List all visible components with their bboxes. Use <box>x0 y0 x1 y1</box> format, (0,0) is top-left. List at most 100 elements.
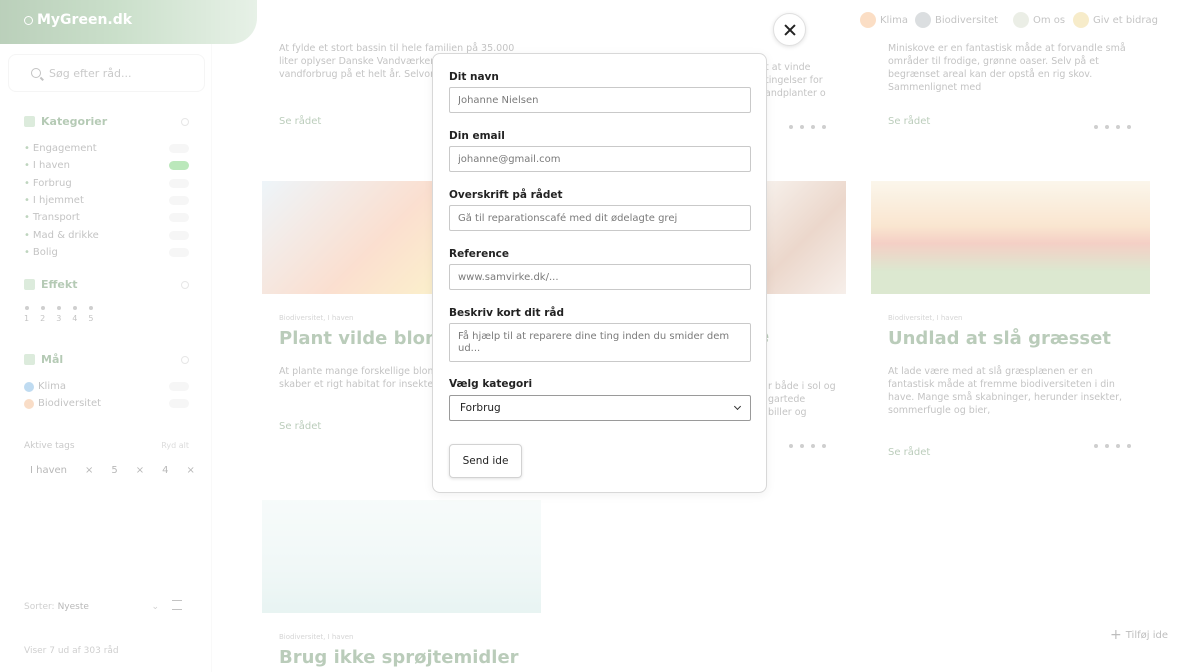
category-toggle[interactable] <box>169 196 189 205</box>
results-count: Viser 7 ud af 303 råd <box>24 646 119 656</box>
description-textarea[interactable] <box>449 323 751 362</box>
headline-input[interactable] <box>449 205 751 231</box>
tag-chip[interactable]: 5 <box>105 462 123 479</box>
active-tags: I haven × 5 × 4 × <box>24 462 201 479</box>
card-image <box>262 500 541 613</box>
category-toggle[interactable] <box>169 248 189 257</box>
advice-card[interactable]: Miniskove er en fantastisk måde at forva… <box>871 30 1150 129</box>
sort-select[interactable]: Sorter: Nyeste ⌄ <box>24 596 159 618</box>
description-label: Beskriv kort dit råd <box>449 307 564 319</box>
effect-dots <box>789 444 826 448</box>
tag-remove-icon[interactable]: × <box>130 462 150 479</box>
category-label: Transport <box>32 212 80 223</box>
close-modal-button[interactable] <box>773 13 806 46</box>
headline-label: Overskrift på rådet <box>449 189 563 201</box>
category-toggle[interactable] <box>169 231 189 240</box>
tag-remove-icon[interactable]: × <box>79 462 99 479</box>
email-input[interactable] <box>449 146 751 172</box>
name-label: Dit navn <box>449 71 499 83</box>
category-toggle[interactable] <box>169 179 189 188</box>
search-icon <box>31 68 41 78</box>
category-toggle[interactable] <box>169 144 189 153</box>
category-label: Vælg kategori <box>449 378 533 390</box>
partial-description: r både i sol og gartede biller og <box>768 381 836 418</box>
advice-card[interactable]: Biodiversitet, I haven Brug ikke sprøjte… <box>262 500 541 668</box>
chevron-down-icon: ⌄ <box>151 602 159 612</box>
nav-biodiversitet[interactable]: Biodiversitet <box>915 12 998 28</box>
info-icon <box>181 117 189 126</box>
card-link[interactable]: Se rådet <box>888 447 1150 458</box>
category-mad-drikke[interactable]: • Mad & drikke <box>24 230 189 241</box>
card-tags: Biodiversitet, I haven <box>888 314 963 322</box>
effect-levels: 1 2 3 4 5 <box>24 306 93 323</box>
tag-chip[interactable]: 4 <box>156 462 174 479</box>
submit-idea-modal: Dit navn Din email Overskrift på rådet R… <box>432 53 767 493</box>
partial-description: t at vinde tingelser for andplanter o <box>765 62 826 99</box>
card-image <box>767 181 846 294</box>
category-label: Bolig <box>32 247 58 258</box>
bee-icon <box>915 12 931 28</box>
category-toggle[interactable] <box>169 161 189 170</box>
effect-header[interactable]: Effekt <box>24 278 189 291</box>
active-tags-header: Aktive tags Ryd alt <box>24 441 189 451</box>
advice-card[interactable]: Biodiversitet, I haven Undlad at slå græ… <box>871 181 1150 458</box>
logo[interactable]: MyGreen.dk <box>24 12 132 28</box>
category-select-value: Forbrug <box>460 402 501 414</box>
category-toggle[interactable] <box>169 213 189 222</box>
effect-level[interactable]: 3 <box>56 306 61 323</box>
category-forbrug[interactable]: • Forbrug <box>24 178 189 189</box>
category-transport[interactable]: • Transport <box>24 212 189 223</box>
reference-input[interactable] <box>449 264 751 290</box>
card-link[interactable]: Se rådet <box>888 116 930 127</box>
tag-remove-icon[interactable]: × <box>181 462 201 479</box>
card-description: At lade være med at slå græsplænen er en… <box>888 366 1123 416</box>
card-title: Brug ikke sprøjtemidler <box>279 647 519 668</box>
effect-icon <box>24 279 35 290</box>
nav-klima[interactable]: Klima <box>860 12 908 28</box>
categories-header[interactable]: Kategorier <box>24 115 189 128</box>
category-select[interactable]: Forbrug <box>449 395 751 421</box>
filter-icon[interactable] <box>172 600 182 610</box>
category-i-haven[interactable]: • I haven <box>24 160 189 171</box>
goal-biodiversitet[interactable]: Biodiversitet <box>24 398 189 409</box>
category-label: I hjemmet <box>32 195 84 206</box>
tag-chip[interactable]: I haven <box>24 462 73 479</box>
effect-dots <box>1094 125 1131 129</box>
category-bolig[interactable]: • Bolig <box>24 247 189 258</box>
flower-icon <box>24 398 34 409</box>
effect-dots <box>1094 444 1131 448</box>
plus-icon: + <box>1110 627 1122 643</box>
category-i-hjemmet[interactable]: • I hjemmet <box>24 195 189 206</box>
card-description: Miniskove er en fantastisk måde at forva… <box>888 43 1126 93</box>
search-input[interactable]: Søg efter råd... <box>8 54 205 92</box>
leaf-icon <box>24 15 33 25</box>
add-idea-button[interactable]: + Tilføj ide <box>1110 627 1168 643</box>
clear-all-link[interactable]: Ryd alt <box>161 441 189 451</box>
name-input[interactable] <box>449 87 751 113</box>
effect-level[interactable]: 1 <box>24 306 29 323</box>
info-icon <box>181 355 189 364</box>
goal-toggle[interactable] <box>169 382 189 391</box>
reference-label: Reference <box>449 248 510 260</box>
categories-title: Kategorier <box>41 115 108 128</box>
effect-level[interactable]: 2 <box>40 306 45 323</box>
category-icon <box>24 116 35 127</box>
goal-klima[interactable]: Klima <box>24 381 189 392</box>
header-banner: MyGreen.dk <box>0 0 257 44</box>
email-label: Din email <box>449 130 505 142</box>
info-icon <box>181 280 189 289</box>
effect-level[interactable]: 5 <box>88 306 93 323</box>
category-engagement[interactable]: • Engagement <box>24 143 189 154</box>
goals-header[interactable]: Mål <box>24 353 189 366</box>
send-idea-button[interactable]: Send ide <box>449 444 522 478</box>
goal-toggle[interactable] <box>169 399 189 408</box>
category-label: Mad & drikke <box>32 230 99 241</box>
card-tags: Biodiversitet, I haven <box>279 633 354 641</box>
effect-level[interactable]: 4 <box>72 306 77 323</box>
effect-dots <box>789 125 826 129</box>
card-link[interactable]: Se rådet <box>279 116 321 127</box>
nav-om-os[interactable]: Om os <box>1013 12 1065 28</box>
klima-icon <box>860 12 876 28</box>
chevron-down-icon <box>733 402 742 411</box>
nav-giv-bidrag[interactable]: Giv et bidrag <box>1073 12 1158 28</box>
